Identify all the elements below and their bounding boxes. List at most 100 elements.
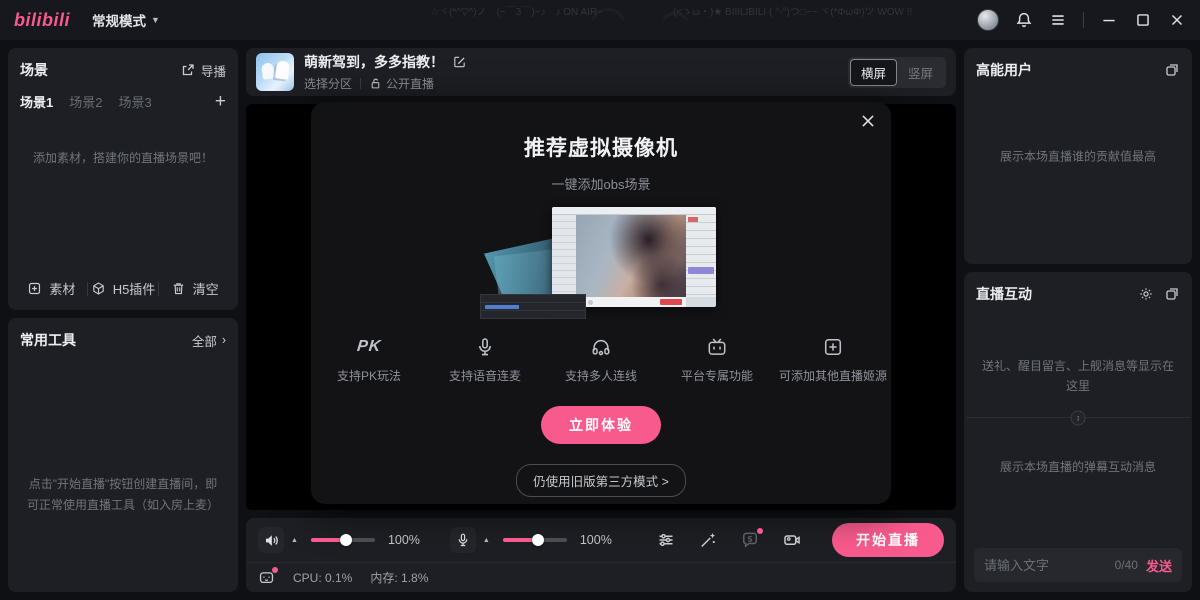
visibility-label: 公开直播 — [386, 75, 434, 92]
orientation-segment: 横屏 竖屏 — [848, 57, 946, 88]
preview-stage: 推荐虚拟摄像机 一键添加obs场景 PK — [246, 104, 956, 510]
bell-icon[interactable] — [1015, 11, 1033, 29]
scene-tab-3[interactable]: 场景3 — [118, 92, 151, 111]
start-streaming-button[interactable]: 开始直播 — [832, 523, 944, 557]
mode-label: 常规模式 — [92, 10, 146, 30]
tools-all-label: 全部 — [192, 331, 217, 350]
modal-title: 推荐虚拟摄像机 — [311, 132, 891, 162]
close-icon[interactable] — [1168, 11, 1186, 29]
add-scene-button[interactable]: + — [215, 92, 226, 111]
h5-plugin-button[interactable]: H5插件 — [88, 279, 159, 298]
top-users-panel: 高能用户 展示本场直播谁的贡献值最高 — [964, 48, 1192, 264]
bilibili-logo: bilibili — [14, 10, 70, 31]
tv-face-icon[interactable] — [258, 569, 275, 586]
scene-tab-2[interactable]: 场景2 — [69, 92, 102, 111]
menu-icon[interactable] — [1049, 11, 1067, 29]
notification-dot — [757, 528, 763, 534]
feature-pk: PK 支持PK玩法 — [326, 335, 412, 384]
speaker-volume-value: 100% — [388, 533, 420, 547]
headset-icon — [590, 335, 612, 359]
titlebar-separator — [1083, 12, 1084, 28]
memory-usage: 内存: 1.8% — [370, 569, 428, 586]
speaker-icon[interactable] — [258, 527, 284, 553]
popout-icon[interactable] — [1164, 62, 1180, 78]
control-bar: ▲ 100% ▲ 100% — [246, 518, 956, 592]
director-label: 导播 — [201, 61, 226, 80]
mic-volume-group: ▲ 100% — [450, 527, 612, 553]
stream-title: 萌新驾到，多多指教！ — [304, 52, 444, 72]
plus-square-icon — [822, 335, 844, 359]
director-button[interactable]: 导播 — [180, 61, 226, 80]
tools-all-link[interactable]: 全部 › — [192, 331, 226, 350]
gear-icon[interactable] — [1138, 286, 1154, 302]
status-dot — [272, 567, 278, 573]
mic-icon — [474, 335, 496, 359]
landscape-button[interactable]: 横屏 — [850, 59, 897, 86]
status-bar: CPU: 0.1% 内存: 1.8% — [246, 562, 956, 592]
user-avatar[interactable] — [977, 9, 999, 31]
legacy-mode-button[interactable]: 仍使用旧版第三方模式 > — [516, 464, 686, 497]
stream-infobar: 萌新驾到，多多指教！ 选择分区 公开直播 — [246, 48, 956, 96]
top-users-title: 高能用户 — [976, 60, 1032, 80]
modal-close-icon[interactable] — [859, 112, 877, 130]
clear-label: 清空 — [193, 279, 219, 298]
obs-preview-illustration — [480, 205, 722, 319]
chevron-right-icon: › — [222, 333, 226, 347]
danmaku-zone: 展示本场直播的弹幕互动消息 — [964, 418, 1192, 548]
speaker-expand-icon[interactable]: ▲ — [291, 537, 298, 544]
portrait-button[interactable]: 竖屏 — [897, 59, 944, 86]
plus-square-icon — [27, 281, 43, 297]
pk-icon: PK — [357, 335, 381, 359]
cube-icon — [91, 281, 107, 297]
mode-dropdown[interactable]: 常规模式 ▼ — [92, 10, 160, 30]
scene-empty-hint: 添加素材，搭建你的直播场景吧！ — [8, 119, 238, 269]
add-material-label: 素材 — [49, 279, 75, 298]
gift-message-zone: 送礼、醒目留言、上舰消息等显示在这里 — [964, 312, 1192, 417]
beauty-wand-icon[interactable] — [698, 530, 718, 550]
popout-icon[interactable] — [1164, 286, 1180, 302]
mic-expand-icon[interactable]: ▲ — [483, 537, 490, 544]
maximize-icon[interactable] — [1134, 11, 1152, 29]
lock-open-icon — [369, 77, 382, 90]
popout-icon — [180, 62, 196, 78]
category-select[interactable]: 选择分区 — [304, 75, 352, 92]
tools-title: 常用工具 — [20, 330, 76, 350]
scenes-panel: 场景 导播 场景1 场景2 场景3 + 添加素材，搭建你的直播场景吧！ — [8, 48, 238, 310]
danmaku-empty-hint: 展示本场直播的弹幕互动消息 — [980, 457, 1176, 477]
visibility-toggle[interactable]: 公开直播 — [369, 75, 434, 92]
cpu-usage: CPU: 0.1% — [293, 571, 352, 585]
titlebar: bilibili 常规模式 ▼ ☆ヾ(*^▽^)ノ (~￣3￣)~♪ ♪ ON … — [0, 0, 1200, 40]
modal-subtitle: 一键添加obs场景 — [311, 174, 891, 193]
audio-settings-icon[interactable] — [656, 530, 676, 550]
danmaku-chat-icon[interactable] — [740, 530, 760, 550]
speaker-volume-slider[interactable] — [311, 538, 375, 542]
camera-icon[interactable] — [782, 530, 802, 550]
mic-volume-slider[interactable] — [503, 538, 567, 542]
add-material-button[interactable]: 素材 — [16, 279, 87, 298]
stream-cover[interactable] — [256, 53, 294, 91]
char-counter: 0/40 — [1115, 558, 1138, 572]
send-button[interactable]: 发送 — [1146, 556, 1172, 575]
interaction-title: 直播互动 — [976, 284, 1032, 304]
gift-empty-hint: 送礼、醒目留言、上舰消息等显示在这里 — [980, 356, 1176, 397]
speaker-volume-group: ▲ 100% — [258, 527, 420, 553]
edit-icon[interactable] — [452, 54, 468, 70]
chat-input[interactable] — [984, 558, 1107, 573]
clear-button[interactable]: 清空 — [159, 279, 230, 298]
tools-panel: 常用工具 全部 › 点击"开始直播"按钮创建直播间，即可正常使用直播工具（如入房… — [8, 318, 238, 592]
mic-volume-value: 100% — [580, 533, 612, 547]
top-users-empty-hint: 展示本场直播谁的贡献值最高 — [978, 148, 1178, 165]
virtual-camera-modal: 推荐虚拟摄像机 一键添加obs场景 PK — [311, 102, 891, 504]
scene-tab-1[interactable]: 场景1 — [20, 92, 53, 111]
tv-icon — [706, 335, 728, 359]
feature-voice: 支持语音连麦 — [442, 335, 528, 384]
trash-icon — [171, 281, 187, 297]
feature-add-source: 可添加其他直播姬源 — [790, 335, 876, 384]
minimize-icon[interactable] — [1100, 11, 1118, 29]
titlebar-doodle: ☆ヾ(*^▽^)ノ (~￣3￣)~♪ ♪ ON AIR~ (<ゝω・)★ BII… — [430, 6, 950, 20]
feature-multi: 支持多人连线 — [558, 335, 644, 384]
mic-icon[interactable] — [450, 527, 476, 553]
chevron-down-icon: ▼ — [151, 15, 160, 25]
try-now-button[interactable]: 立即体验 — [541, 406, 661, 444]
scenes-title: 场景 — [20, 60, 48, 80]
